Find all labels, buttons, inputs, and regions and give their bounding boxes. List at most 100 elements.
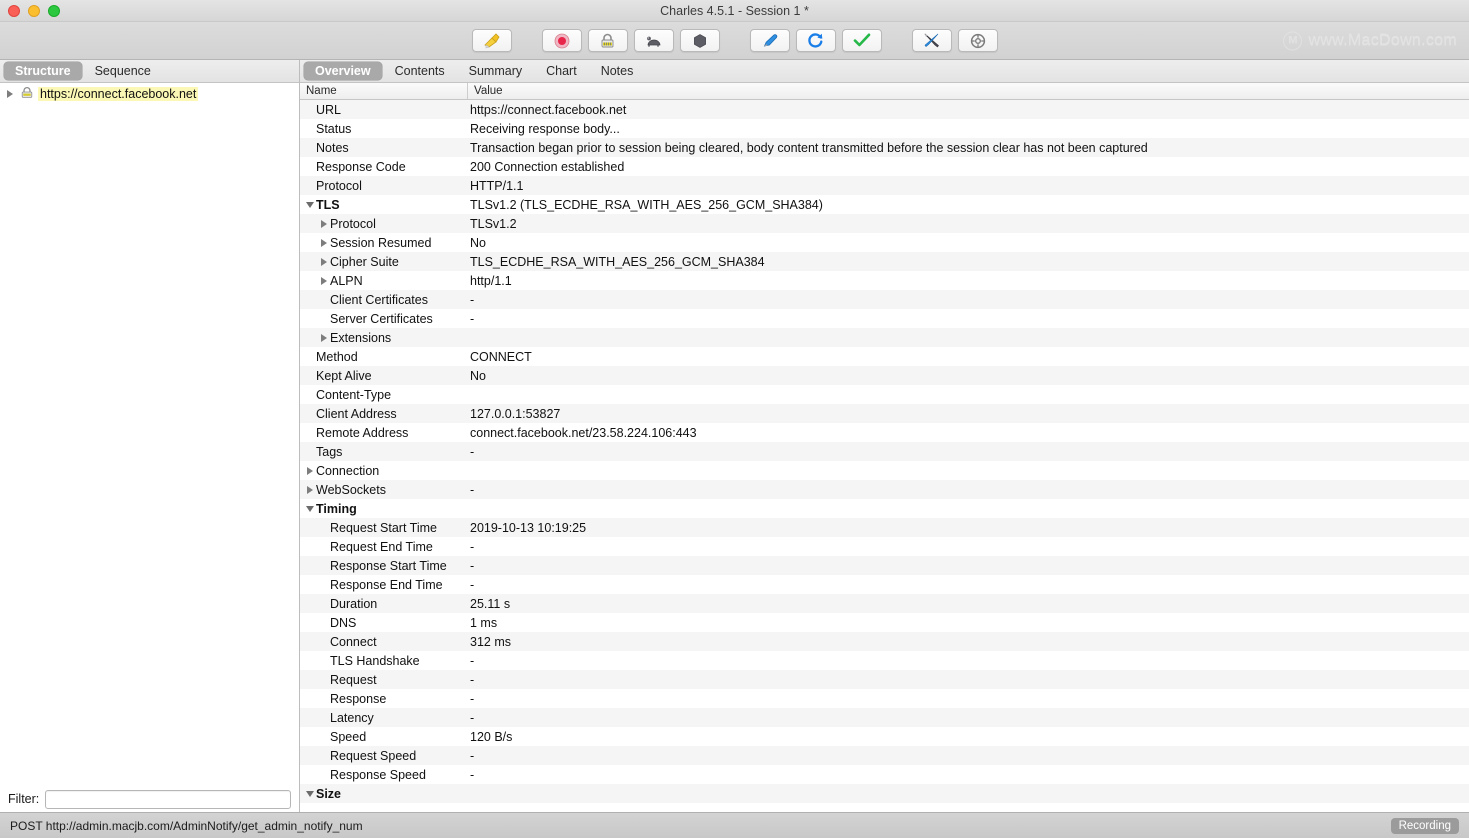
- table-row[interactable]: Response -: [300, 689, 1469, 708]
- table-row[interactable]: Method CONNECT: [300, 347, 1469, 366]
- table-row[interactable]: Size: [300, 784, 1469, 803]
- column-header-value[interactable]: Value: [468, 83, 1469, 99]
- compose-button[interactable]: [749, 29, 790, 52]
- table-row[interactable]: TLS Handshake -: [300, 651, 1469, 670]
- row-name-label: Timing: [316, 501, 357, 516]
- tab-chart[interactable]: Chart: [535, 62, 588, 80]
- table-row[interactable]: Duration 25.11 s: [300, 594, 1469, 613]
- chevron-right-icon[interactable]: [318, 275, 330, 287]
- row-name-label: URL: [316, 102, 342, 117]
- table-row[interactable]: ALPN http/1.1: [300, 271, 1469, 290]
- table-row[interactable]: Cipher Suite TLS_ECDHE_RSA_WITH_AES_256_G…: [300, 252, 1469, 271]
- tab-structure[interactable]: Structure: [4, 62, 82, 80]
- status-badge[interactable]: Recording: [1390, 817, 1459, 834]
- row-name-label: Speed: [330, 729, 367, 744]
- table-row[interactable]: Tags -: [300, 442, 1469, 461]
- table-row[interactable]: Remote Address connect.facebook.net/23.58…: [300, 423, 1469, 442]
- row-name-cell: Kept Alive: [300, 369, 468, 383]
- table-row[interactable]: Request -: [300, 670, 1469, 689]
- row-name-label: Response Start Time: [330, 558, 447, 573]
- filter-input[interactable]: [45, 789, 291, 809]
- row-value-cell: -: [470, 577, 475, 592]
- row-value-cell: CONNECT: [470, 349, 532, 364]
- chevron-right-icon[interactable]: [318, 237, 330, 249]
- ssl-proxying-button[interactable]: [587, 29, 628, 52]
- table-row[interactable]: Connection: [300, 461, 1469, 480]
- row-value-cell: connect.facebook.net/23.58.224.106:443: [470, 425, 697, 440]
- table-row[interactable]: URL https://connect.facebook.net: [300, 100, 1469, 119]
- tab-overview[interactable]: Overview: [304, 62, 382, 80]
- tab-sequence[interactable]: Sequence: [84, 62, 162, 80]
- table-row[interactable]: Kept Alive No: [300, 366, 1469, 385]
- breakpoints-button[interactable]: [679, 29, 720, 52]
- clear-session-button[interactable]: [471, 29, 512, 52]
- record-button[interactable]: [541, 29, 582, 52]
- tab-summary[interactable]: Summary: [458, 62, 533, 80]
- row-name-label: Protocol: [330, 216, 376, 231]
- row-value-cell: -: [470, 311, 475, 326]
- table-row[interactable]: Request Speed -: [300, 746, 1469, 765]
- table-row[interactable]: Response Code 200 Connection established: [300, 157, 1469, 176]
- row-name-label: Connect: [330, 634, 377, 649]
- chevron-right-icon[interactable]: [318, 218, 330, 230]
- chevron-right-icon[interactable]: [318, 332, 330, 344]
- table-row[interactable]: Latency -: [300, 708, 1469, 727]
- table-row[interactable]: Response Start Time -: [300, 556, 1469, 575]
- row-name-label: Extensions: [330, 330, 392, 345]
- row-value-cell: -: [470, 710, 475, 725]
- chevron-right-icon[interactable]: [304, 484, 316, 496]
- table-row[interactable]: Request Start Time 2019-10-13 10:19:25: [300, 518, 1469, 537]
- table-row[interactable]: Response End Time -: [300, 575, 1469, 594]
- tools-button[interactable]: [911, 29, 952, 52]
- lock-icon: [20, 86, 34, 102]
- row-name-label: Request Start Time: [330, 520, 437, 535]
- table-row[interactable]: WebSockets -: [300, 480, 1469, 499]
- tab-contents[interactable]: Contents: [384, 62, 456, 80]
- table-row[interactable]: Client Address 127.0.0.1:53827: [300, 404, 1469, 423]
- table-row[interactable]: Notes Transaction began prior to session …: [300, 138, 1469, 157]
- left-pane-tabbar: Structure Sequence: [0, 60, 299, 83]
- repeat-button[interactable]: [795, 29, 836, 52]
- table-row[interactable]: Status Receiving response body...: [300, 119, 1469, 138]
- table-row[interactable]: TLS TLSv1.2 (TLS_ECDHE_RSA_WITH_AES_256_G…: [300, 195, 1469, 214]
- settings-button[interactable]: [957, 29, 998, 52]
- row-value-cell: TLSv1.2 (TLS_ECDHE_RSA_WITH_AES_256_GCM_…: [470, 197, 823, 212]
- throttle-button[interactable]: [633, 29, 674, 52]
- main-content: Structure Sequence https://connect.faceb…: [0, 60, 1469, 812]
- row-name-cell: Session Resumed: [300, 236, 468, 250]
- tab-notes[interactable]: Notes: [590, 62, 645, 80]
- row-name-cell: Request End Time: [300, 540, 468, 554]
- table-row[interactable]: DNS 1 ms: [300, 613, 1469, 632]
- table-row[interactable]: Connect 312 ms: [300, 632, 1469, 651]
- chevron-down-icon[interactable]: [304, 788, 316, 800]
- table-row[interactable]: Speed 120 B/s: [300, 727, 1469, 746]
- toolbar-group-tools: [749, 29, 882, 52]
- filter-label: Filter:: [8, 792, 40, 806]
- table-row[interactable]: Response Speed -: [300, 765, 1469, 784]
- column-header-name[interactable]: Name: [300, 83, 468, 99]
- table-row[interactable]: Protocol TLSv1.2: [300, 214, 1469, 233]
- chevron-right-icon[interactable]: [318, 256, 330, 268]
- table-row[interactable]: Server Certificates -: [300, 309, 1469, 328]
- chevron-down-icon[interactable]: [304, 199, 316, 211]
- tree-item-connect-facebook-net[interactable]: https://connect.facebook.net: [0, 85, 299, 103]
- chevron-right-icon[interactable]: [4, 88, 16, 100]
- table-row[interactable]: Protocol HTTP/1.1: [300, 176, 1469, 195]
- table-row[interactable]: Extensions: [300, 328, 1469, 347]
- chevron-down-icon[interactable]: [304, 503, 316, 515]
- table-row[interactable]: Session Resumed No: [300, 233, 1469, 252]
- row-name-cell: Size: [300, 787, 468, 801]
- table-row[interactable]: Client Certificates -: [300, 290, 1469, 309]
- chevron-right-icon[interactable]: [304, 465, 316, 477]
- row-name-label: ALPN: [330, 273, 363, 288]
- table-row[interactable]: Content-Type: [300, 385, 1469, 404]
- row-name-label: Status: [316, 121, 352, 136]
- row-name-label: Request End Time: [330, 539, 433, 554]
- table-row[interactable]: Timing: [300, 499, 1469, 518]
- row-name-cell: Speed: [300, 730, 468, 744]
- row-name-label: Method: [316, 349, 358, 364]
- row-value-cell: 200 Connection established: [470, 159, 625, 174]
- table-row[interactable]: Request End Time -: [300, 537, 1469, 556]
- tools-icon: [922, 32, 941, 49]
- validate-button[interactable]: [841, 29, 882, 52]
